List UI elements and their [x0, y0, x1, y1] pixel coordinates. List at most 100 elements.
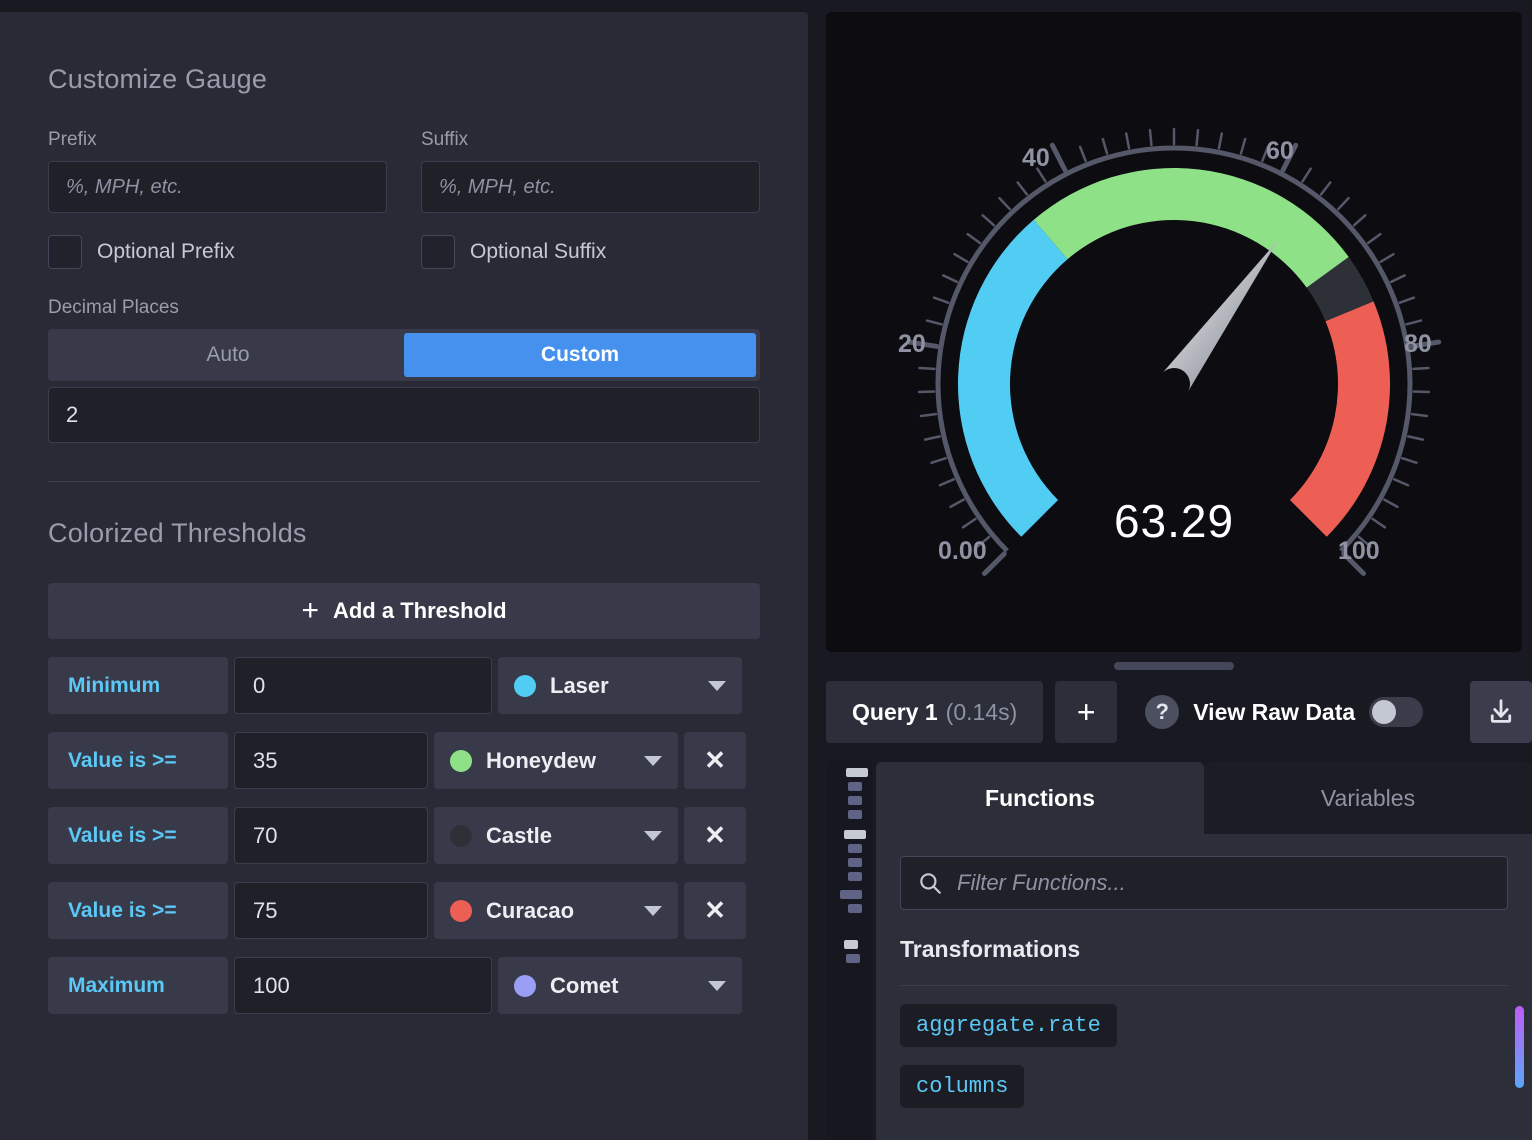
- filter-functions-input[interactable]: [957, 870, 1491, 896]
- threshold-color-name: Honeydew: [486, 748, 644, 774]
- threshold-condition-label: Value is >=: [48, 732, 228, 789]
- decimal-places-label: Decimal Places: [48, 297, 760, 319]
- view-raw-data-toggle[interactable]: [1369, 697, 1423, 727]
- threshold-value-input[interactable]: [234, 657, 492, 714]
- color-swatch-icon: [450, 900, 472, 922]
- tab-functions[interactable]: Functions: [876, 762, 1204, 834]
- gauge-segment-laser: [958, 220, 1067, 537]
- threshold-value-input[interactable]: [234, 882, 428, 939]
- search-icon: [917, 870, 943, 896]
- optional-suffix-row[interactable]: Optional Suffix: [421, 235, 760, 269]
- threshold-list: MinimumLaserValue is >=Honeydew✕Value is…: [48, 657, 760, 1014]
- gauge-minor-tick: [1368, 234, 1380, 243]
- gauge-minor-tick: [1219, 134, 1222, 149]
- color-swatch-icon: [514, 675, 536, 697]
- threshold-color-name: Castle: [486, 823, 644, 849]
- code-token: [846, 768, 868, 777]
- optional-prefix-row[interactable]: Optional Prefix: [48, 235, 387, 269]
- threshold-color-name: Comet: [550, 973, 708, 999]
- page-title: Customize Gauge: [48, 64, 760, 95]
- threshold-value-input[interactable]: [234, 807, 428, 864]
- gauge-minor-tick: [1303, 169, 1311, 182]
- decimal-custom-button[interactable]: Custom: [404, 333, 756, 377]
- view-raw-data-label: View Raw Data: [1193, 699, 1355, 726]
- threshold-color-select[interactable]: Castle: [434, 807, 678, 864]
- threshold-row: Minimum Laser: [48, 657, 760, 714]
- code-token: [848, 844, 862, 853]
- gauge-minor-tick: [1402, 458, 1416, 463]
- threshold-color-name: Laser: [550, 673, 708, 699]
- functions-body: Transformations aggregate.rate columns: [876, 834, 1532, 1140]
- gauge-minor-tick: [1018, 183, 1027, 195]
- threshold-value-input[interactable]: [234, 957, 492, 1014]
- gauge-minor-tick: [955, 254, 968, 262]
- gauge-minor-tick: [920, 368, 935, 369]
- remove-threshold-button[interactable]: ✕: [684, 807, 746, 864]
- threshold-color-select[interactable]: Comet: [498, 957, 742, 1014]
- suffix-input[interactable]: [421, 161, 760, 213]
- query-tab-1[interactable]: Query 1 (0.14s): [826, 681, 1043, 743]
- code-token: [848, 796, 862, 805]
- gauge-minor-tick: [1338, 198, 1348, 209]
- gauge-minor-tick: [931, 458, 945, 463]
- gauge-minor-tick: [1150, 130, 1151, 145]
- download-icon: [1486, 697, 1516, 727]
- function-chip[interactable]: columns: [900, 1065, 1024, 1108]
- gauge-tick-label-0: 0.00: [938, 537, 987, 566]
- add-query-button[interactable]: +: [1055, 681, 1117, 743]
- threshold-row: Value is >= Castle ✕: [48, 807, 760, 864]
- gauge-minor-tick: [925, 436, 940, 439]
- remove-threshold-button[interactable]: ✕: [684, 732, 746, 789]
- query-editor-gutter[interactable]: [826, 760, 872, 1140]
- prefix-input[interactable]: [48, 161, 387, 213]
- decimal-places-group: Decimal Places Auto Custom: [48, 297, 760, 443]
- functions-list: aggregate.rate columns: [900, 986, 1508, 1108]
- question-mark-icon[interactable]: ?: [1145, 695, 1179, 729]
- gauge-minor-tick: [968, 234, 980, 243]
- add-threshold-label: Add a Threshold: [333, 598, 507, 624]
- gauge-minor-tick: [999, 198, 1009, 209]
- decimal-places-input[interactable]: [48, 387, 760, 443]
- suffix-group: Suffix Optional Suffix: [421, 129, 760, 269]
- threshold-condition-label: Maximum: [48, 957, 228, 1014]
- gauge-tick-label-20: 20: [898, 330, 926, 359]
- optional-suffix-label: Optional Suffix: [470, 240, 606, 264]
- code-token: [848, 810, 862, 819]
- threshold-color-select[interactable]: Laser: [498, 657, 742, 714]
- suffix-label: Suffix: [421, 129, 760, 151]
- filter-functions-box[interactable]: [900, 856, 1508, 910]
- prefix-group: Prefix Optional Prefix: [48, 129, 387, 269]
- gauge-tick-label-80: 80: [1404, 330, 1432, 359]
- gauge-minor-tick: [1400, 298, 1414, 303]
- functions-scrollbar[interactable]: [1515, 1006, 1524, 1088]
- chevron-down-icon: [708, 981, 726, 991]
- remove-threshold-button[interactable]: ✕: [684, 882, 746, 939]
- gauge-minor-tick: [1414, 368, 1429, 369]
- color-swatch-icon: [450, 825, 472, 847]
- function-chip[interactable]: aggregate.rate: [900, 1004, 1117, 1047]
- threshold-color-select[interactable]: Curacao: [434, 882, 678, 939]
- threshold-value-input[interactable]: [234, 732, 428, 789]
- code-token: [846, 954, 860, 963]
- tab-variables[interactable]: Variables: [1204, 762, 1532, 834]
- download-csv-button[interactable]: [1470, 681, 1532, 743]
- gauge-minor-tick: [1103, 139, 1107, 153]
- gauge-minor-tick: [1241, 139, 1245, 153]
- functions-category-header: Transformations: [900, 936, 1508, 986]
- gauge-needle: [1161, 240, 1278, 394]
- plus-icon: +: [301, 596, 319, 626]
- gauge-tick-label-60: 60: [1266, 137, 1294, 166]
- decimal-auto-button[interactable]: Auto: [52, 333, 404, 377]
- gauge-visualization-panel: 63.29 0.00 20 40 60 80 100: [826, 12, 1522, 652]
- gauge-minor-tick: [983, 215, 994, 225]
- panel-resize-handle[interactable]: [1114, 662, 1234, 670]
- add-threshold-button[interactable]: + Add a Threshold: [48, 583, 760, 639]
- gauge-minor-tick: [943, 275, 957, 281]
- threshold-color-select[interactable]: Honeydew: [434, 732, 678, 789]
- chevron-down-icon: [644, 906, 662, 916]
- threshold-condition-label: Value is >=: [48, 807, 228, 864]
- optional-suffix-checkbox[interactable]: [421, 235, 455, 269]
- functions-panel: Functions Variables Transformations aggr…: [876, 762, 1532, 1140]
- threshold-condition-label: Minimum: [48, 657, 228, 714]
- optional-prefix-checkbox[interactable]: [48, 235, 82, 269]
